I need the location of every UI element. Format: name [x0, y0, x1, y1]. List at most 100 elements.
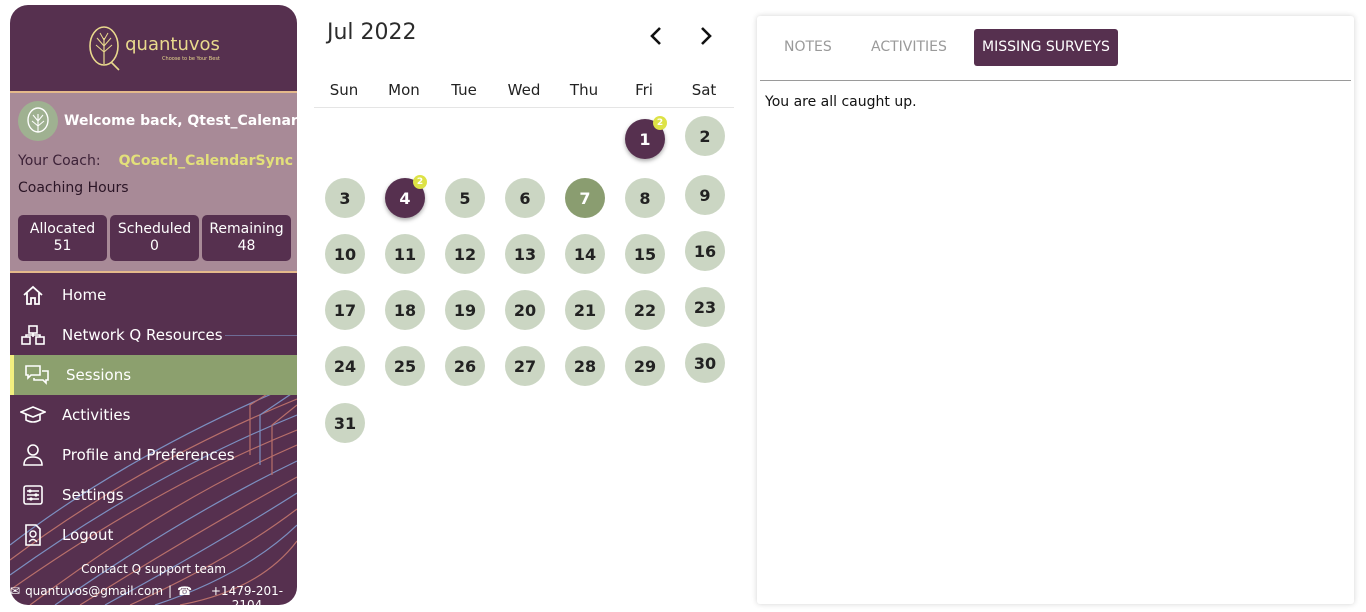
calendar-day[interactable]: 15 [625, 234, 665, 274]
calendar-day[interactable]: 30 [685, 343, 725, 383]
hours-remaining-value: 48 [237, 238, 256, 254]
calendar-day-number: 11 [393, 244, 417, 264]
calendar-day[interactable]: 20 [505, 290, 545, 330]
calendar-day[interactable]: 25 [385, 346, 425, 386]
calendar-day[interactable]: 3 [325, 178, 365, 218]
tab-activities[interactable]: ACTIVITIES [863, 29, 955, 66]
calendar-day[interactable]: 24 [325, 346, 365, 386]
calendar-day[interactable]: 26 [445, 346, 485, 386]
coaching-hours-label: Coaching Hours [18, 180, 129, 196]
calendar-day[interactable]: 11 [385, 234, 425, 274]
calendar-day[interactable]: 5 [445, 178, 485, 218]
calendar-day-number: 16 [693, 241, 717, 261]
contact-separator: | [168, 584, 173, 598]
contact-line: ✉ quantuvos@gmail.com | ☎ +1479-201-2104 [10, 584, 297, 605]
calendar-day-number: 25 [393, 356, 417, 376]
tab-notes[interactable]: NOTES [776, 29, 840, 66]
nav-activities[interactable]: Activities [10, 395, 297, 435]
calendar-day[interactable]: 21 [565, 290, 605, 330]
calendar-day[interactable]: 28 [565, 346, 605, 386]
calendar-day-number: 29 [633, 356, 657, 376]
calendar-day-number: 15 [633, 244, 657, 264]
calendar-day[interactable]: 16 [685, 231, 725, 271]
calendar-day[interactable]: 12 [625, 116, 667, 159]
calendar-day-number: 1 [639, 129, 651, 149]
home-icon [18, 282, 48, 308]
nav-activities-label: Activities [62, 406, 131, 424]
mail-icon: ✉ [10, 584, 21, 598]
contact-email[interactable]: quantuvos@gmail.com [25, 584, 163, 605]
hours-scheduled-label: Scheduled [117, 221, 192, 237]
next-month-button[interactable] [692, 22, 720, 50]
coaching-hours: Allocated 51 Scheduled 0 Remaining 48 [18, 215, 291, 261]
calendar-day[interactable]: 2 [685, 116, 725, 156]
calendar-day-number: 21 [573, 300, 597, 320]
calendar-day-number: 31 [333, 413, 357, 433]
calendar-day[interactable]: 9 [685, 175, 725, 215]
coach-name[interactable]: QCoach_CalendarSync [119, 153, 293, 169]
calendar-day-number: 3 [339, 188, 351, 208]
calendar-day[interactable]: 17 [325, 290, 365, 330]
nav-profile-and-preferences[interactable]: Profile and Preferences [10, 435, 297, 475]
hours-allocated-label: Allocated [29, 221, 96, 237]
calendar-day-number: 10 [333, 244, 357, 264]
weekday-tue: Tue [451, 81, 477, 99]
brand-name: quantuvos [125, 34, 220, 55]
event-count-badge: 2 [653, 116, 667, 130]
calendar-day-number: 19 [453, 300, 477, 320]
calendar-day[interactable]: 10 [325, 234, 365, 274]
calendar-day[interactable]: 18 [385, 290, 425, 330]
calendar-day-number: 18 [393, 300, 417, 320]
calendar-day[interactable]: 31 [325, 403, 365, 443]
contact-phone[interactable]: +1479-201-2104 [197, 584, 297, 605]
calendar-day-number: 12 [453, 244, 477, 264]
nav-network-label: Network Q Resources [62, 326, 223, 344]
calendar-day[interactable]: 22 [625, 290, 665, 330]
sidebar: quantuvos Choose to be Your Best Welcome… [10, 5, 297, 605]
calendar: Jul 2022 Sun Mon Tue Wed Thu Fri Sat 122… [314, 10, 734, 468]
logout-icon [18, 522, 48, 548]
nav-sessions[interactable]: Sessions [10, 355, 297, 395]
nav-home[interactable]: Home [10, 275, 297, 315]
calendar-day[interactable]: 29 [625, 346, 665, 386]
previous-month-button[interactable] [642, 22, 670, 50]
calendar-day[interactable]: 14 [565, 234, 605, 274]
calendar-day[interactable]: 7 [565, 178, 605, 218]
calendar-day[interactable]: 19 [445, 290, 485, 330]
calendar-day[interactable]: 23 [685, 287, 725, 327]
calendar-day-number: 4 [399, 188, 411, 208]
tree-avatar-icon [27, 107, 49, 133]
weekday-mon: Mon [388, 81, 420, 99]
brand-logo[interactable]: quantuvos Choose to be Your Best [87, 24, 220, 72]
sidebar-nav: Home Network Q Resources Sessions Activi… [10, 275, 297, 605]
calendar-day-number: 17 [333, 300, 357, 320]
calendar-day-number: 22 [633, 300, 657, 320]
calendar-day-number: 26 [453, 356, 477, 376]
event-count-badge: 2 [413, 175, 427, 189]
brand-tagline: Choose to be Your Best [162, 56, 220, 62]
nav-logout-label: Logout [62, 526, 114, 544]
calendar-day[interactable]: 8 [625, 178, 665, 218]
calendar-day-number: 27 [513, 356, 537, 376]
calendar-day[interactable]: 27 [505, 346, 545, 386]
hours-remaining-label: Remaining [209, 221, 284, 237]
welcome-message: Welcome back, Qtest_Calenar... [64, 113, 297, 129]
tab-missing-surveys[interactable]: MISSING SURVEYS [974, 29, 1118, 66]
weekday-wed: Wed [507, 81, 541, 99]
nav-network-q-resources[interactable]: Network Q Resources [10, 315, 297, 355]
chevron-right-icon [701, 27, 712, 45]
calendar-day[interactable]: 12 [445, 234, 485, 274]
nav-settings[interactable]: Settings [10, 475, 297, 515]
calendar-day[interactable]: 42 [385, 175, 427, 218]
hours-scheduled-value: 0 [150, 238, 159, 254]
calendar-days: 1 2 2 3 4 2 5 6 7 8 9 10 11 12 13 14 15 16 17 18 19 20 21 22 23 2… [314, 108, 734, 468]
calendar-day[interactable]: 13 [505, 234, 545, 274]
calendar-day[interactable]: 6 [505, 178, 545, 218]
nav-logout[interactable]: Logout [10, 515, 297, 555]
calendar-day-number: 8 [639, 188, 651, 208]
calendar-day-number: 23 [693, 297, 717, 317]
contact-title: Contact Q support team [81, 562, 226, 576]
calendar-header: Jul 2022 [314, 10, 734, 60]
user-icon [18, 442, 48, 468]
avatar[interactable] [18, 101, 58, 141]
